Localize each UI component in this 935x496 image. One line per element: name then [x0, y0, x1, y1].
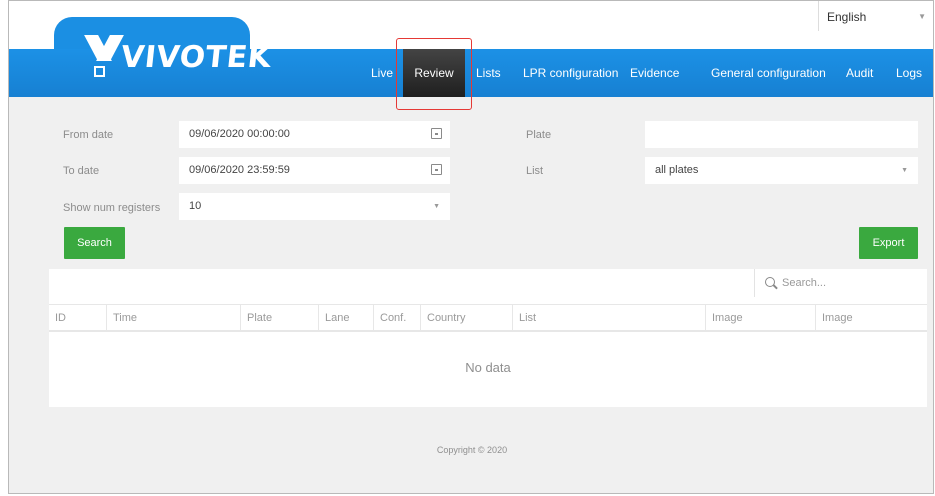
nav-lpr-configuration[interactable]: LPR configuration: [523, 49, 618, 97]
export-button[interactable]: Export: [859, 227, 918, 259]
show-num-registers-select[interactable]: 10 ▼: [179, 193, 450, 220]
list-label: List: [526, 165, 544, 177]
to-date-label: To date: [63, 165, 100, 177]
plate-input[interactable]: [645, 121, 918, 148]
nav-lists[interactable]: Lists: [476, 49, 501, 97]
nav-evidence[interactable]: Evidence: [630, 49, 679, 97]
nav-logs[interactable]: Logs: [896, 49, 922, 97]
show-num-registers-value: 10: [189, 200, 202, 212]
list-select[interactable]: all plates ▼: [645, 157, 918, 184]
column-plate[interactable]: Plate: [240, 305, 318, 332]
column-image-2[interactable]: Image: [815, 305, 927, 332]
no-data-message: No data: [465, 360, 511, 375]
calendar-icon[interactable]: [431, 128, 442, 139]
column-time[interactable]: Time: [106, 305, 240, 332]
from-date-field[interactable]: 09/06/2020 00:00:00: [179, 121, 450, 148]
column-image-1[interactable]: Image: [705, 305, 815, 332]
table-search-placeholder: Search...: [782, 277, 827, 289]
column-lane[interactable]: Lane: [318, 305, 373, 332]
language-select[interactable]: English ▼: [818, 1, 933, 31]
review-highlight-box: [396, 38, 472, 110]
table-search-input[interactable]: Search...: [754, 269, 927, 297]
chevron-down-icon: ▼: [918, 12, 926, 21]
list-value: all plates: [655, 164, 699, 176]
plate-label: Plate: [526, 129, 552, 141]
chevron-down-icon: ▼: [433, 203, 440, 210]
search-icon: [765, 277, 775, 287]
nav-audit[interactable]: Audit: [846, 49, 873, 97]
app-window: VIVOTEK English ▼ Live Review Lists LPR …: [8, 0, 934, 494]
copyright-footer: Copyright © 2020: [436, 445, 508, 455]
column-conf[interactable]: Conf.: [373, 305, 420, 332]
language-value: English: [827, 10, 867, 24]
show-num-registers-label: Show num registers: [63, 202, 161, 214]
results-table: Search... ID Time Plate Lane Conf. Count…: [49, 269, 927, 407]
nav-general-configuration[interactable]: General configuration: [711, 49, 826, 97]
column-list[interactable]: List: [512, 305, 705, 332]
column-country[interactable]: Country: [420, 305, 512, 332]
to-date-field[interactable]: 09/06/2020 23:59:59: [179, 157, 450, 184]
from-date-label: From date: [63, 129, 114, 141]
nav-live[interactable]: Live: [371, 49, 393, 97]
column-id[interactable]: ID: [49, 305, 106, 332]
search-button[interactable]: Search: [64, 227, 125, 259]
chevron-down-icon: ▼: [901, 167, 908, 174]
table-header: ID Time Plate Lane Conf. Country List Im…: [49, 304, 927, 332]
from-date-value: 09/06/2020 00:00:00: [189, 128, 290, 140]
calendar-icon[interactable]: [431, 164, 442, 175]
to-date-value: 09/06/2020 23:59:59: [189, 164, 290, 176]
